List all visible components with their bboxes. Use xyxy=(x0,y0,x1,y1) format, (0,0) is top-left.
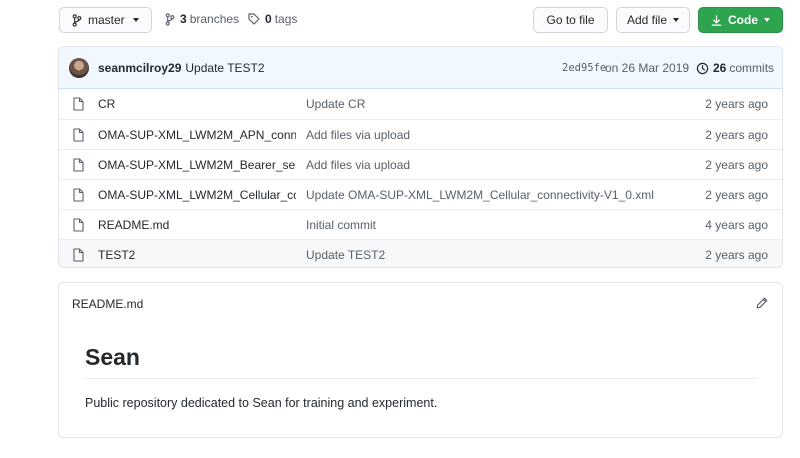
avatar[interactable] xyxy=(69,58,89,78)
file-name[interactable]: OMA-SUP-XML_LWM2M_Cellular_con... xyxy=(98,188,296,202)
file-row[interactable]: OMA-SUP-XML_LWM2M_APN_conne... Add files… xyxy=(59,119,782,149)
file-icon xyxy=(73,158,84,172)
branch-icon xyxy=(72,13,82,27)
file-commit-message[interactable]: Initial commit xyxy=(306,218,376,232)
add-file-button[interactable]: Add file xyxy=(616,7,690,33)
branches-label: branches xyxy=(189,12,240,26)
file-age: 2 years ago xyxy=(705,158,768,172)
file-icon xyxy=(73,128,84,142)
code-button[interactable]: Code xyxy=(698,7,783,33)
tags-count: 0 xyxy=(265,12,272,26)
commit-message[interactable]: Update TEST2 xyxy=(185,61,264,75)
file-name[interactable]: TEST2 xyxy=(98,248,296,262)
pencil-icon[interactable] xyxy=(756,297,768,309)
go-to-file-button[interactable]: Go to file xyxy=(533,7,608,33)
commit-sha[interactable]: 2ed95fe xyxy=(562,62,606,74)
commits-label: commits xyxy=(729,61,775,75)
file-row[interactable]: README.md Initial commit 4 years ago xyxy=(59,209,782,239)
file-age: 4 years ago xyxy=(705,218,768,232)
code-label: Code xyxy=(728,13,758,27)
history-icon xyxy=(696,62,709,74)
commit-author-name[interactable]: seanmcilroy29 xyxy=(98,61,181,75)
tags-link[interactable]: 0 tags xyxy=(248,12,297,26)
file-commit-message[interactable]: Update OMA-SUP-XML_LWM2M_Cellular_connec… xyxy=(306,188,654,202)
repo-toolbar: master 3 branches 0 tags Go to file Add … xyxy=(0,0,800,40)
file-row[interactable]: CR Update CR 2 years ago xyxy=(59,89,782,119)
file-age: 2 years ago xyxy=(705,248,768,262)
commits-link[interactable]: 26 commits xyxy=(696,61,774,75)
file-age: 2 years ago xyxy=(705,128,768,142)
file-name[interactable]: CR xyxy=(98,97,296,111)
file-age: 2 years ago xyxy=(705,188,768,202)
commits-count: 26 xyxy=(713,61,727,75)
commit-author[interactable]: seanmcilroy29 Update TEST2 xyxy=(98,61,265,75)
file-icon xyxy=(73,248,84,262)
file-commit-message[interactable]: Update CR xyxy=(306,97,365,111)
chevron-down-icon xyxy=(764,18,770,22)
file-commit-message[interactable]: Add files via upload xyxy=(306,128,410,142)
chevron-down-icon xyxy=(673,18,680,22)
file-icon xyxy=(73,97,84,111)
tag-icon xyxy=(248,13,260,25)
divider xyxy=(85,378,757,379)
readme-heading: Sean xyxy=(85,344,140,370)
file-name[interactable]: OMA-SUP-XML_LWM2M_Bearer_sele... xyxy=(98,158,296,172)
file-commit-message[interactable]: Update TEST2 xyxy=(306,248,385,262)
file-list-box: seanmcilroy29 Update TEST2 2ed95fe on 26 … xyxy=(58,46,783,268)
go-to-file-label: Go to file xyxy=(546,13,595,27)
file-row[interactable]: TEST2 Update TEST2 2 years ago xyxy=(59,239,782,267)
file-commit-message[interactable]: Add files via upload xyxy=(306,158,410,172)
file-row[interactable]: OMA-SUP-XML_LWM2M_Cellular_con... Update… xyxy=(59,179,782,209)
file-list: CR Update CR 2 years ago OMA-SUP-XML_LWM… xyxy=(59,89,782,267)
readme-paragraph: Public repository dedicated to Sean for … xyxy=(85,396,438,410)
file-icon xyxy=(73,218,84,232)
download-icon xyxy=(711,14,722,26)
branch-icon xyxy=(165,12,175,26)
file-name[interactable]: README.md xyxy=(98,218,296,232)
branches-count: 3 xyxy=(180,12,187,26)
file-row[interactable]: OMA-SUP-XML_LWM2M_Bearer_sele... Add fil… xyxy=(59,149,782,179)
tags-label: tags xyxy=(274,12,298,26)
commit-date: on 26 Mar 2019 xyxy=(605,61,690,75)
add-file-label: Add file xyxy=(626,13,668,27)
readme-filename[interactable]: README.md xyxy=(72,297,143,311)
file-age: 2 years ago xyxy=(705,97,768,111)
latest-commit-bar: seanmcilroy29 Update TEST2 2ed95fe on 26 … xyxy=(59,47,782,89)
file-icon xyxy=(73,188,84,202)
file-name[interactable]: OMA-SUP-XML_LWM2M_APN_conne... xyxy=(98,128,296,142)
branches-link[interactable]: 3 branches xyxy=(165,12,239,26)
readme-header: README.md xyxy=(59,283,782,323)
chevron-down-icon xyxy=(132,18,139,22)
branch-selector-button[interactable]: master xyxy=(59,7,152,33)
readme-box: README.md Sean Public repository dedicat… xyxy=(58,282,783,438)
branch-name: master xyxy=(88,13,125,27)
